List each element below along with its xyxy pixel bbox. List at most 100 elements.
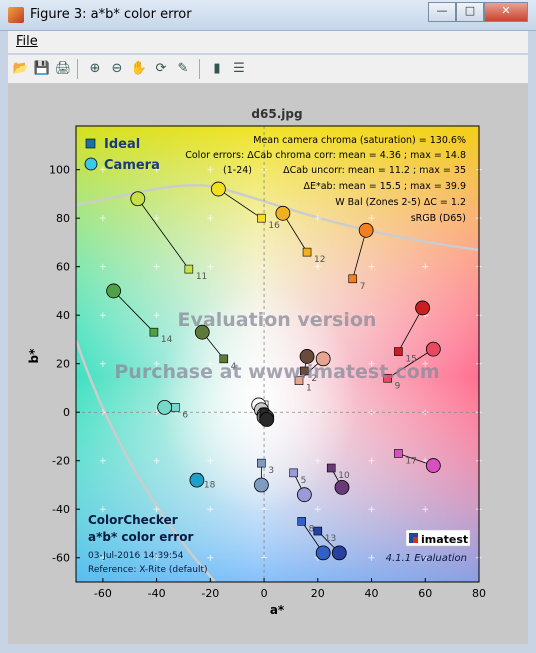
window-titlebar[interactable]: Figure 3: a*b* color error — □ ✕ bbox=[0, 0, 536, 31]
info-line: 03-Jul-2016 14:39:54 bbox=[88, 551, 184, 561]
open-icon[interactable]: 📂 bbox=[12, 60, 30, 78]
x-tick-label: 20 bbox=[311, 587, 325, 600]
y-tick-label: 60 bbox=[56, 261, 70, 274]
ideal-marker bbox=[289, 468, 298, 478]
legend-ideal-marker bbox=[85, 138, 96, 149]
y-tick-label: 80 bbox=[56, 212, 70, 225]
camera-marker bbox=[425, 458, 441, 473]
rotate-icon[interactable]: ⟳ bbox=[152, 60, 170, 78]
ideal-marker bbox=[297, 517, 306, 526]
camera-marker bbox=[157, 399, 173, 415]
y-tick-label: 20 bbox=[56, 358, 70, 371]
y-tick-label: -40 bbox=[52, 503, 70, 516]
x-tick-label: 80 bbox=[472, 587, 486, 600]
ideal-marker bbox=[302, 247, 312, 257]
logo-text: imatest bbox=[421, 533, 468, 546]
y-axis-label: b* bbox=[27, 348, 41, 364]
patch-number-label: 3 bbox=[268, 466, 274, 476]
menubar: File bbox=[8, 31, 528, 53]
zoom-in-icon[interactable]: ⊕ bbox=[86, 60, 104, 78]
patch-number-label: 5 bbox=[301, 476, 307, 486]
patch-number-label: 7 bbox=[360, 282, 366, 292]
x-tick-label: 0 bbox=[261, 587, 268, 600]
camera-marker bbox=[210, 181, 226, 197]
camera-marker bbox=[334, 480, 350, 495]
info-line: ColorChecker bbox=[88, 513, 178, 527]
pan-icon[interactable]: ✋ bbox=[130, 60, 148, 78]
camera-marker bbox=[259, 412, 275, 427]
patch-number-label: 11 bbox=[196, 272, 207, 282]
camera-marker bbox=[275, 205, 291, 221]
stats-line: Mean camera chroma (saturation) = 130.6% bbox=[253, 135, 466, 146]
ideal-marker bbox=[348, 274, 358, 284]
ideal-marker bbox=[394, 449, 403, 458]
window-title: Figure 3: a*b* color error bbox=[30, 7, 192, 22]
window-controls: — □ ✕ bbox=[428, 2, 528, 22]
maximize-button[interactable]: □ bbox=[456, 2, 484, 22]
colorbar-icon[interactable]: ▮ bbox=[208, 60, 226, 78]
toolbar-divider bbox=[199, 59, 200, 79]
camera-marker bbox=[253, 477, 269, 493]
camera-marker bbox=[189, 472, 205, 488]
y-tick-label: -20 bbox=[52, 455, 70, 468]
save-icon[interactable]: 💾 bbox=[33, 60, 51, 78]
imatest-logo: imatest bbox=[405, 529, 471, 547]
patch-number-label: 12 bbox=[314, 255, 325, 265]
ideal-marker bbox=[184, 264, 194, 274]
camera-marker bbox=[331, 545, 347, 561]
legend-camera-label: Camera bbox=[104, 158, 160, 173]
x-tick-label: -60 bbox=[94, 587, 112, 600]
patch-number-label: 16 bbox=[268, 221, 280, 231]
ideal-marker bbox=[171, 403, 180, 412]
y-tick-label: 40 bbox=[56, 309, 70, 322]
y-tick-label: 100 bbox=[49, 164, 70, 177]
camera-marker bbox=[106, 283, 122, 299]
x-tick-label: -20 bbox=[201, 587, 219, 600]
stats-line: sRGB (D65) bbox=[411, 213, 466, 224]
ideal-marker bbox=[257, 458, 266, 468]
patch-number-label: 14 bbox=[161, 335, 173, 345]
ideal-marker bbox=[326, 463, 336, 473]
version-label: 4.1.1 Evaluation bbox=[386, 553, 467, 564]
y-tick-label: 0 bbox=[63, 406, 70, 419]
figure-area: d65.jpg 1 2 3 4 5 6 7 8 9 10 11 12 13 14 15 16 17 18 -60-… bbox=[8, 84, 528, 644]
legend-ideal-label: Ideal bbox=[104, 137, 140, 152]
patch-number-label: 1 bbox=[306, 384, 312, 394]
stats-line: (1-24) bbox=[223, 165, 252, 176]
close-button[interactable]: ✕ bbox=[484, 2, 528, 22]
matlab-icon bbox=[8, 7, 24, 23]
info-line: a*b* color error bbox=[88, 530, 193, 544]
camera-marker bbox=[315, 545, 331, 561]
patch-number-label: 17 bbox=[405, 456, 416, 466]
color-error-chart: d65.jpg 123456789101112131415161718 -60-… bbox=[27, 107, 486, 617]
watermark-line: Evaluation version bbox=[178, 309, 377, 331]
camera-marker bbox=[358, 222, 374, 238]
ideal-marker bbox=[257, 213, 266, 223]
print-icon[interactable]: 🖨 bbox=[54, 60, 72, 78]
x-axis-label: a* bbox=[270, 603, 285, 617]
menu-file[interactable]: File bbox=[16, 34, 38, 49]
camera-marker bbox=[415, 300, 430, 316]
y-tick-label: -60 bbox=[52, 552, 70, 565]
toolbar: 📂 💾 🖨 ⊕ ⊖ ✋ ⟳ ✎ ▮ ☰ bbox=[8, 55, 528, 84]
stats-line: Color errors: ΔCab chroma corr: mean = 4… bbox=[185, 150, 466, 161]
ideal-marker bbox=[313, 526, 323, 536]
toolbar-divider bbox=[77, 59, 78, 79]
x-tick-label: 60 bbox=[418, 587, 432, 600]
minimize-button[interactable]: — bbox=[428, 2, 456, 22]
legend-icon[interactable]: ☰ bbox=[230, 60, 248, 78]
x-tick-label: 40 bbox=[365, 587, 379, 600]
watermark-line: Purchase at www.imatest.com bbox=[114, 361, 439, 383]
patch-number-label: 18 bbox=[204, 481, 216, 491]
patch-number-label: 6 bbox=[182, 410, 188, 420]
legend-camera-marker bbox=[84, 157, 98, 171]
x-tick-label: -40 bbox=[148, 587, 166, 600]
ideal-marker bbox=[149, 327, 159, 337]
stats-line: ΔCab uncorr: mean = 11.2 ; max = 35 bbox=[283, 165, 466, 176]
data-cursor-icon[interactable]: ✎ bbox=[174, 60, 192, 78]
patch-number-label: 10 bbox=[338, 471, 350, 481]
stats-line: W Bal (Zones 2-5) ΔC = 1.2 bbox=[335, 197, 466, 208]
zoom-out-icon[interactable]: ⊖ bbox=[108, 60, 126, 78]
camera-marker bbox=[425, 341, 441, 357]
patch-number-label: 13 bbox=[325, 534, 336, 544]
